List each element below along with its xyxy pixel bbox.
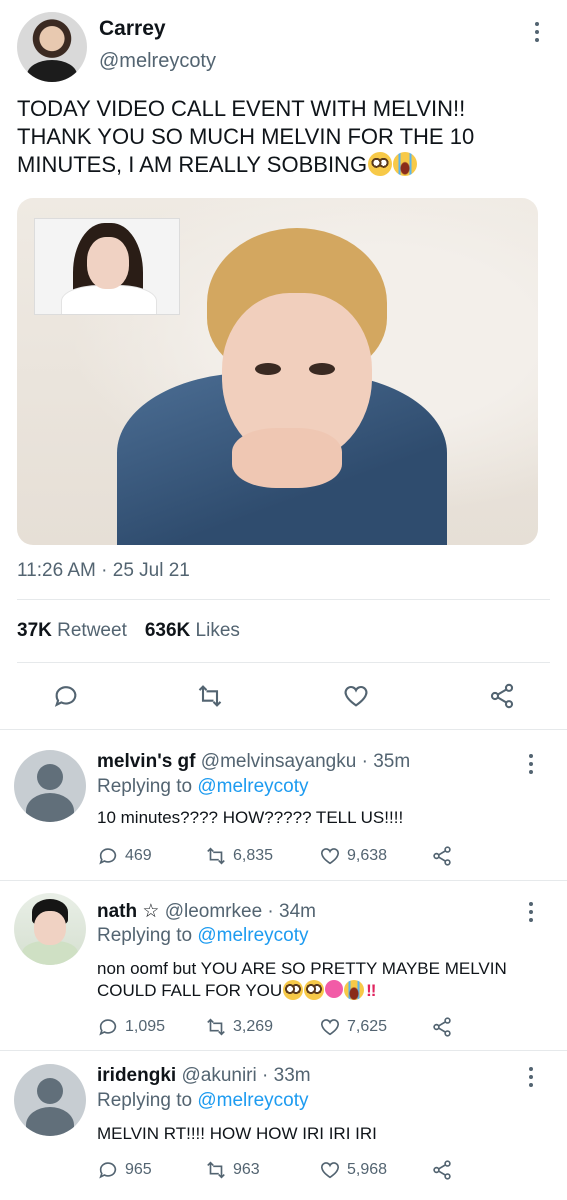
reply-icon: [99, 848, 117, 865]
reply-author-name[interactable]: iridengki: [97, 1065, 176, 1086]
like-icon: [320, 848, 340, 865]
like-icon: [320, 1162, 340, 1179]
share-icon: [433, 1017, 451, 1037]
retweet-label: Retweet: [57, 620, 127, 641]
divider: [17, 662, 550, 663]
like-action[interactable]: 5,968: [319, 1159, 387, 1181]
replying-to: Replying to @melreycoty: [97, 1090, 309, 1112]
sobbing-face-emoji: [393, 152, 418, 176]
reply-avatar[interactable]: [14, 750, 86, 822]
share-action[interactable]: [431, 1159, 453, 1181]
reply-text-container: non oomf but YOU ARE SO PRETTY MAYBE MEL…: [97, 958, 517, 1002]
reply-author-handle[interactable]: @leomrkee: [165, 901, 262, 922]
reply-count: 469: [125, 847, 152, 864]
retweet-icon: [207, 1161, 225, 1179]
like-icon[interactable]: [342, 682, 370, 710]
share-icon: [433, 846, 451, 866]
pleading-face-emoji: [283, 980, 304, 1000]
reply-action-bar: 1,095 3,269 7,625: [97, 1016, 557, 1042]
retweet-count: 37K: [17, 620, 52, 641]
replying-prefix: Replying to: [97, 776, 193, 797]
double-exclamation-emoji: ‼: [366, 981, 377, 1000]
share-action[interactable]: [431, 845, 453, 867]
like-count: 5,968: [347, 1161, 388, 1178]
likes-label: Likes: [195, 620, 240, 641]
reply-header: iridengki @akuniri · 33m: [97, 1065, 311, 1087]
like-action[interactable]: 7,625: [319, 1016, 387, 1038]
reply-icon: [99, 1019, 117, 1036]
more-icon[interactable]: [522, 1067, 540, 1087]
more-icon[interactable]: [528, 22, 546, 46]
author-name[interactable]: Carrey: [99, 17, 166, 41]
replying-to: Replying to @melreycoty: [97, 776, 309, 798]
retweet-icon: [207, 1018, 225, 1036]
divider: [0, 729, 567, 730]
reply-action[interactable]: 469: [97, 845, 152, 867]
reply-author-name[interactable]: melvin's gf: [97, 751, 196, 772]
reply-author-name[interactable]: nath ☆: [97, 901, 159, 922]
retweet-count: 6,835: [233, 847, 274, 864]
like-count: 9,638: [347, 847, 388, 864]
reply-text: 10 minutes???? HOW????? TELL US!!!!: [97, 808, 404, 827]
reply-icon: [99, 1162, 117, 1179]
likes-stat[interactable]: 636K Likes: [145, 620, 240, 642]
retweet-action[interactable]: 6,835: [205, 845, 273, 867]
more-icon[interactable]: [522, 754, 540, 774]
retweet-icon[interactable]: [196, 682, 224, 710]
reply-author-handle[interactable]: @melvinsayangku: [201, 751, 357, 772]
reply-header: melvin's gf @melvinsayangku · 35m: [97, 751, 410, 773]
reply-action-bar: 469 6,835 9,638: [97, 845, 557, 871]
replying-to: Replying to @melreycoty: [97, 925, 309, 947]
reply-text: MELVIN RT!!!! HOW HOW IRI IRI IRI: [97, 1124, 377, 1143]
reply-time[interactable]: · 34m: [267, 901, 316, 922]
tweet-stats: 37K Retweet 636K Likes: [17, 620, 240, 642]
retweet-icon: [207, 847, 225, 865]
tweet-action-bar: [0, 672, 567, 720]
pleading-face-emoji: [304, 980, 325, 1000]
share-icon: [433, 1160, 451, 1180]
reply-avatar[interactable]: [14, 1064, 86, 1136]
replying-prefix: Replying to: [97, 1090, 193, 1111]
reply-count: 1,095: [125, 1018, 166, 1035]
reply-time[interactable]: · 33m: [262, 1065, 311, 1086]
author-handle[interactable]: @melreycoty: [99, 50, 216, 73]
share-icon[interactable]: [488, 682, 516, 710]
reply-header: nath ☆ @leomrkee · 34m: [97, 900, 316, 923]
reply-author-handle[interactable]: @akuniri: [181, 1065, 256, 1086]
more-icon[interactable]: [522, 902, 540, 922]
pleading-face-emoji: [368, 152, 393, 176]
retweet-action[interactable]: 3,269: [205, 1016, 273, 1038]
likes-count: 636K: [144, 620, 191, 641]
replying-to-mention[interactable]: @melreycoty: [197, 1090, 308, 1111]
video-call-inset-photo: [34, 218, 180, 315]
retweet-action[interactable]: 963: [205, 1159, 260, 1181]
replying-to-mention[interactable]: @melreycoty: [197, 776, 308, 797]
reply-time[interactable]: · 35m: [362, 751, 411, 772]
tweet-text: TODAY VIDEO CALL EVENT WITH MELVIN!! THA…: [17, 95, 537, 179]
reply-action-bar: 965 963 5,968: [97, 1159, 557, 1185]
retweet-count: 963: [233, 1161, 260, 1178]
replying-prefix: Replying to: [97, 925, 193, 946]
retweet-stat[interactable]: 37K Retweet: [17, 620, 127, 642]
pink-heart-emoji: [325, 980, 344, 998]
reply-avatar[interactable]: [14, 893, 86, 965]
sobbing-face-emoji: [344, 980, 365, 1000]
reply-action[interactable]: 965: [97, 1159, 152, 1181]
divider: [17, 599, 550, 600]
reply-action[interactable]: 1,095: [97, 1016, 165, 1038]
like-action[interactable]: 9,638: [319, 845, 387, 867]
author-avatar[interactable]: [17, 12, 87, 82]
retweet-count: 3,269: [233, 1018, 274, 1035]
share-action[interactable]: [431, 1016, 453, 1038]
like-count: 7,625: [347, 1018, 388, 1035]
like-icon: [320, 1019, 340, 1036]
reply-icon[interactable]: [52, 682, 80, 710]
divider: [0, 880, 567, 881]
tweet-timestamp[interactable]: 11:26 AM · 25 Jul 21: [17, 560, 190, 582]
reply-count: 965: [125, 1161, 152, 1178]
divider: [0, 1050, 567, 1051]
replying-to-mention[interactable]: @melreycoty: [197, 925, 308, 946]
